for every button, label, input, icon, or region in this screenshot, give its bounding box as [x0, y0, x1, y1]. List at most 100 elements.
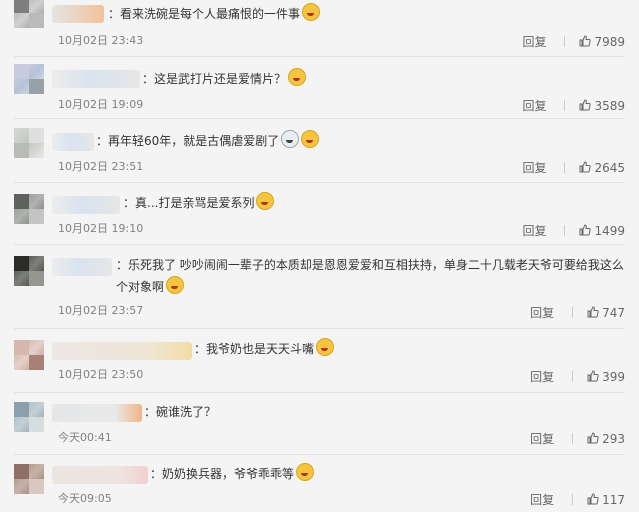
- reply-button[interactable]: 回复: [522, 161, 546, 175]
- comment-actions: 回复 293: [530, 430, 625, 447]
- colon: ：: [194, 342, 207, 356]
- cat-emoji-icon: [302, 3, 321, 21]
- comment-body: 我爷奶也是天天斗嘴: [206, 342, 315, 356]
- colon: ：: [116, 258, 129, 272]
- reply-button[interactable]: 回复: [530, 370, 554, 384]
- comment-body: 真...打是亲骂是爱系列: [135, 196, 255, 210]
- avatar[interactable]: [14, 128, 44, 158]
- like-count: 117: [602, 493, 625, 507]
- thumbs-up-icon: [579, 99, 592, 111]
- comment-body: 这是武打片还是爱情片？: [154, 72, 287, 86]
- cat-emoji-icon: [301, 130, 320, 148]
- like-button[interactable]: 747: [587, 306, 625, 320]
- username-blurred[interactable]: [52, 5, 104, 23]
- comment-item: ：这是武打片还是爱情片？ 10月02日 19:09 回复 3589: [0, 56, 639, 119]
- reply-button[interactable]: 回复: [522, 224, 546, 238]
- reply-button[interactable]: 回复: [530, 432, 554, 446]
- comment-time: 今天09:05: [58, 492, 112, 505]
- comment-body: 碗谁洗了？: [156, 405, 217, 419]
- comment-actions: 回复 117: [530, 491, 625, 508]
- comment-actions: 回复 747: [530, 304, 625, 321]
- comment-text: ：看来洗碗是每个人最痛恨的一件事: [108, 3, 625, 25]
- like-button[interactable]: 7989: [579, 35, 625, 49]
- colon: ：: [123, 196, 136, 210]
- colon: ：: [144, 405, 157, 419]
- like-count: 7989: [594, 35, 625, 49]
- comment-item: ：奶奶换兵器，爷爷乖乖等 今天09:05 回复 117: [0, 454, 639, 512]
- username-blurred[interactable]: [52, 466, 148, 484]
- laughing-emoji-icon: [316, 338, 335, 356]
- reply-button[interactable]: 回复: [530, 493, 554, 507]
- divider-bar: [564, 225, 566, 236]
- comment-text: ：我爷奶也是天天斗嘴: [194, 338, 625, 360]
- like-button[interactable]: 1499: [579, 224, 625, 238]
- comment-actions: 回复 1499: [522, 222, 625, 239]
- comment-text: ：这是武打片还是爱情片？: [142, 68, 625, 90]
- comment-item: ：乐死我了 吵吵闹闹一辈子的本质却是恩恩爱爱和互相扶持，单身二十几载老天爷可要给…: [0, 244, 639, 329]
- avatar[interactable]: [14, 402, 44, 432]
- username-blurred[interactable]: [52, 404, 142, 422]
- like-count: 747: [602, 306, 625, 320]
- thumbs-up-icon: [579, 224, 592, 236]
- crying-emoji-icon: [281, 130, 300, 148]
- comment-text: ：乐死我了 吵吵闹闹一辈子的本质却是恩恩爱爱和互相扶持，单身二十几载老天爷可要给…: [116, 254, 625, 298]
- comment-time: 今天00:41: [58, 431, 112, 444]
- comment-actions: 回复 7989: [522, 33, 625, 50]
- colon: ：: [96, 134, 109, 148]
- thumbs-up-icon: [587, 306, 599, 318]
- like-button[interactable]: 3589: [579, 99, 625, 113]
- avatar[interactable]: [14, 256, 44, 286]
- comment-body: 乐死我了 吵吵闹闹一辈子的本质却是恩恩爱爱和互相扶持，单身二十几载老天爷可要给我…: [116, 258, 624, 294]
- comment-text: ：碗谁洗了？: [144, 401, 625, 423]
- divider-bar: [572, 371, 574, 382]
- comment-time: 10月02日 19:09: [58, 98, 144, 111]
- divider-bar: [564, 100, 566, 111]
- comment-item: ：看来洗碗是每个人最痛恨的一件事 10月02日 23:43 回复 7989: [0, 0, 639, 57]
- laughing-emoji-icon: [256, 192, 275, 210]
- username-blurred[interactable]: [52, 258, 112, 276]
- comment-time: 10月02日 23:50: [58, 368, 144, 381]
- colon: ：: [142, 72, 155, 86]
- comment-item: ：碗谁洗了？ 今天00:41 回复 293: [0, 392, 639, 455]
- colon: ：: [150, 467, 163, 481]
- comment-time: 10月02日 23:51: [58, 160, 144, 173]
- avatar[interactable]: [14, 194, 44, 224]
- like-count: 293: [602, 432, 625, 446]
- comment-item: ：再年轻60年，就是古偶虐爱剧了 10月02日 23:51 回复 2645: [0, 118, 639, 183]
- like-count: 2645: [594, 161, 625, 175]
- comment-text: ：奶奶换兵器，爷爷乖乖等: [150, 463, 625, 485]
- comment-time: 10月02日 19:10: [58, 222, 144, 235]
- divider-bar: [564, 162, 566, 173]
- laughing-emoji-icon: [288, 68, 307, 86]
- username-blurred[interactable]: [52, 133, 94, 151]
- thumbs-up-icon: [579, 161, 592, 173]
- avatar[interactable]: [14, 340, 44, 370]
- username-blurred[interactable]: [52, 196, 120, 214]
- comment-item: ：我爷奶也是天天斗嘴 10月02日 23:50 回复 399: [0, 328, 639, 393]
- like-button[interactable]: 117: [587, 493, 625, 507]
- like-button[interactable]: 399: [587, 370, 625, 384]
- comment-text: ：真...打是亲骂是爱系列: [123, 192, 625, 214]
- comment-body: 再年轻60年，就是古偶虐爱剧了: [108, 134, 280, 148]
- divider-bar: [572, 307, 574, 318]
- avatar[interactable]: [14, 464, 44, 494]
- colon: ：: [108, 7, 121, 21]
- comment-time: 10月02日 23:43: [58, 34, 144, 47]
- like-button[interactable]: 2645: [579, 161, 625, 175]
- avatar[interactable]: [14, 0, 44, 28]
- reply-button[interactable]: 回复: [522, 35, 546, 49]
- comment-actions: 回复 399: [530, 368, 625, 385]
- like-button[interactable]: 293: [587, 432, 625, 446]
- comment-actions: 回复 2645: [522, 159, 625, 176]
- avatar[interactable]: [14, 64, 44, 94]
- username-blurred[interactable]: [52, 70, 140, 88]
- comment-item: ：真...打是亲骂是爱系列 10月02日 19:10 回复 1499: [0, 182, 639, 245]
- username-blurred[interactable]: [52, 342, 192, 360]
- reply-button[interactable]: 回复: [522, 99, 546, 113]
- laughing-emoji-icon: [296, 463, 315, 481]
- comment-actions: 回复 3589: [522, 97, 625, 114]
- like-count: 1499: [594, 224, 625, 238]
- reply-button[interactable]: 回复: [530, 306, 554, 320]
- like-count: 3589: [594, 99, 625, 113]
- thumbs-up-icon: [587, 370, 599, 382]
